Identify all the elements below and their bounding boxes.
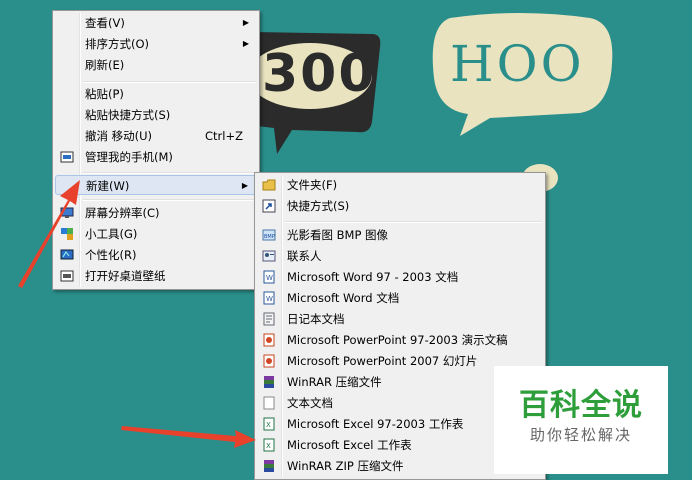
menu-item-gadgets[interactable]: 小工具(G) xyxy=(55,224,257,244)
menu-item-undo-move[interactable]: 撤消 移动(U) Ctrl+Z xyxy=(55,126,257,146)
menu-item-label: 屏幕分辨率(C) xyxy=(85,206,160,220)
xlsx-icon: X xyxy=(263,438,275,452)
menu-item-label: Microsoft PowerPoint 2007 幻灯片 xyxy=(287,354,478,368)
xls-icon: X xyxy=(263,417,275,431)
ppt-icon xyxy=(263,333,275,347)
submenu-arrow-icon: ▶ xyxy=(241,181,248,190)
watermark-title: 百科全说 xyxy=(519,388,643,423)
word-docx-icon: W xyxy=(263,291,275,305)
menu-item-label: WinRAR 压缩文件 xyxy=(287,375,382,389)
menu-item-shortcut: Ctrl+Z xyxy=(205,129,243,143)
menu-item-label: Microsoft Excel 97-2003 工作表 xyxy=(287,417,464,431)
menu-item-label: 文本文档 xyxy=(287,396,333,410)
journal-icon xyxy=(263,312,275,326)
menu-separator xyxy=(285,221,542,223)
svg-text:BMP: BMP xyxy=(264,234,275,240)
menu-item-label: 快捷方式(S) xyxy=(287,199,350,213)
wallpaper-icon xyxy=(60,270,74,282)
phone-manager-icon xyxy=(60,151,74,163)
menu-item-label: 管理我的手机(M) xyxy=(85,150,173,164)
menu-item-label: Microsoft Word 文档 xyxy=(287,291,400,305)
menu-item-label: 排序方式(O) xyxy=(85,37,150,51)
menu-item-new[interactable]: 新建(W) ▶ xyxy=(55,175,257,195)
menu-separator xyxy=(83,199,256,201)
menu-item-label: 小工具(G) xyxy=(85,227,138,241)
submenu-item-folder[interactable]: 文件夹(F) xyxy=(257,175,543,195)
svg-text:X: X xyxy=(266,421,271,429)
menu-item-label: 光影看图 BMP 图像 xyxy=(287,228,389,242)
folder-icon xyxy=(262,179,276,191)
svg-text:W: W xyxy=(266,274,273,282)
submenu-item-ppt-97-2003[interactable]: Microsoft PowerPoint 97-2003 演示文稿 xyxy=(257,330,543,350)
menu-item-view[interactable]: 查看(V) ▶ xyxy=(55,13,257,33)
menu-item-label: 撤消 移动(U) xyxy=(85,129,153,143)
menu-item-label: 打开好桌道壁纸 xyxy=(85,269,166,283)
bmp-image-icon: BMP xyxy=(262,229,276,241)
menu-item-label: 文件夹(F) xyxy=(287,178,338,192)
submenu-item-journal[interactable]: 日记本文档 xyxy=(257,309,543,329)
winrar-icon xyxy=(264,376,274,388)
svg-text:W: W xyxy=(266,295,273,303)
submenu-item-word-docx[interactable]: W Microsoft Word 文档 xyxy=(257,288,543,308)
desktop-context-menu: 查看(V) ▶ 排序方式(O) ▶ 刷新(E) 粘贴(P) 粘贴快捷方式(S) … xyxy=(52,10,260,290)
pptx-icon xyxy=(263,354,275,368)
menu-separator xyxy=(83,172,256,174)
menu-item-screen-resolution[interactable]: 屏幕分辨率(C) xyxy=(55,203,257,223)
submenu-item-contact[interactable]: 联系人 xyxy=(257,246,543,266)
menu-item-label: 新建(W) xyxy=(86,179,130,193)
menu-item-label: WinRAR ZIP 压缩文件 xyxy=(287,459,404,473)
menu-item-manage-phone[interactable]: 管理我的手机(M) xyxy=(55,147,257,167)
menu-item-label: 刷新(E) xyxy=(85,58,125,72)
submenu-item-word-97-2003[interactable]: W Microsoft Word 97 - 2003 文档 xyxy=(257,267,543,287)
menu-separator xyxy=(83,81,256,83)
menu-item-label: Microsoft Word 97 - 2003 文档 xyxy=(287,270,459,284)
text-doc-icon xyxy=(263,396,275,410)
personalize-icon xyxy=(60,249,74,260)
display-icon xyxy=(60,207,74,218)
menu-item-sort[interactable]: 排序方式(O) ▶ xyxy=(55,34,257,54)
menu-item-label: 粘贴(P) xyxy=(85,87,124,101)
winrar-zip-icon xyxy=(264,460,274,472)
submenu-item-shortcut[interactable]: 快捷方式(S) xyxy=(257,196,543,216)
menu-item-personalize[interactable]: 个性化(R) xyxy=(55,245,257,265)
bubble-text-300: 300 xyxy=(262,44,377,104)
menu-item-refresh[interactable]: 刷新(E) xyxy=(55,55,257,75)
menu-item-label: Microsoft PowerPoint 97-2003 演示文稿 xyxy=(287,333,508,347)
svg-text:X: X xyxy=(266,442,271,450)
menu-item-label: 粘贴快捷方式(S) xyxy=(85,108,171,122)
menu-item-label: 日记本文档 xyxy=(287,312,345,326)
watermark-subtitle: 助你轻松解决 xyxy=(529,426,632,444)
submenu-arrow-icon: ▶ xyxy=(242,39,249,48)
menu-item-open-wallpaper[interactable]: 打开好桌道壁纸 xyxy=(55,266,257,286)
menu-item-label: Microsoft Excel 工作表 xyxy=(287,438,412,452)
bubble-text-hoo: HOO xyxy=(450,35,585,93)
word-doc-icon: W xyxy=(263,270,275,284)
menu-item-label: 查看(V) xyxy=(85,16,125,30)
menu-item-label: 个性化(R) xyxy=(85,248,137,262)
menu-item-paste[interactable]: 粘贴(P) xyxy=(55,84,257,104)
contact-icon xyxy=(262,250,276,262)
menu-item-label: 联系人 xyxy=(287,249,322,263)
watermark-badge: 百科全说 助你轻松解决 xyxy=(494,366,668,474)
shortcut-icon xyxy=(262,199,276,213)
gadgets-icon xyxy=(61,228,73,240)
menu-item-paste-shortcut[interactable]: 粘贴快捷方式(S) xyxy=(55,105,257,125)
submenu-item-bmp-image[interactable]: BMP 光影看图 BMP 图像 xyxy=(257,225,543,245)
submenu-arrow-icon: ▶ xyxy=(242,18,249,27)
